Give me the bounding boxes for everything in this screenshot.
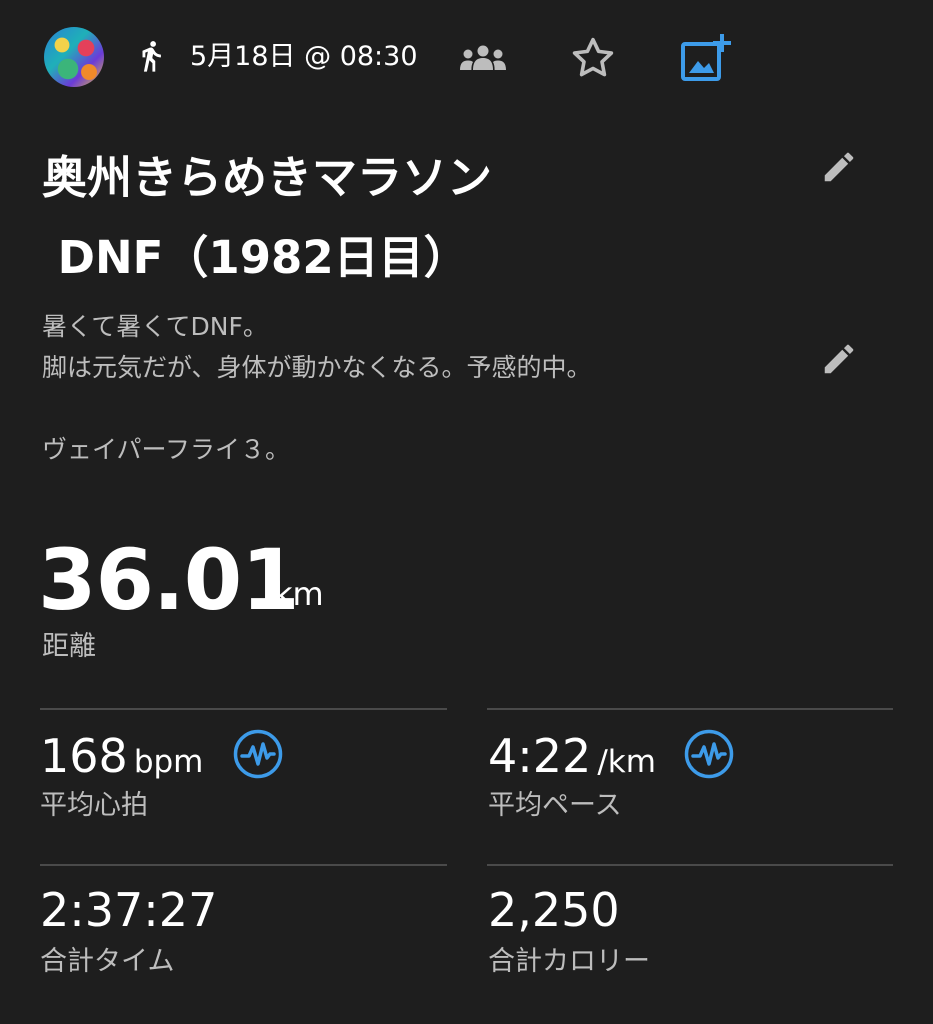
heart-rate-chart-icon[interactable] [232,728,284,780]
stat-divider [487,864,893,866]
star-icon[interactable] [568,34,618,82]
activity-description[interactable]: 暑くて暑くてDNF。 脚は元気だが、身体が動かなくなる。予感的中。 ヴェイパーフ… [42,306,802,470]
activity-title-line-1: 奥州きらめきマラソン [42,151,493,204]
avg-pace-unit: /km [597,744,656,780]
avg-pace-value: 4:22 [488,729,592,783]
activity-title-line-2: DNF（1982日目） [42,231,469,284]
total-time-value: 2:37:27 [40,883,218,937]
description-line: 暑くて暑くてDNF。 [42,312,268,341]
stat-divider [40,864,447,866]
avg-pace-label: 平均ペース [488,790,622,821]
distance-unit: km [274,575,324,613]
stat-divider [40,708,447,710]
activity-title[interactable]: 奥州きらめきマラソン DNF（1982日目） [42,138,782,298]
distance-value: 36.01 [38,531,300,629]
avg-heart-rate-value: 168 [40,729,128,783]
total-calories-value: 2,250 [488,883,620,937]
edit-description-icon[interactable] [820,340,858,378]
activity-date-time: 5月18日 @ 08:30 [190,41,418,72]
total-time-label: 合計タイム [40,946,175,977]
edit-title-icon[interactable] [820,148,858,186]
stat-divider [487,708,893,710]
avg-pace-value-group: 4:22/km [488,726,656,786]
run-icon [142,41,161,72]
total-calories-label: 合計カロリー [488,946,650,977]
avatar[interactable] [44,27,104,87]
group-icon[interactable] [458,44,508,72]
avg-heart-rate-label: 平均心拍 [40,790,148,821]
avg-heart-rate-unit: bpm [133,744,204,780]
description-line [42,388,802,429]
add-photo-icon[interactable] [680,32,732,82]
avg-heart-rate-value-group: 168 bpm [40,726,203,786]
distance-label: 距離 [42,631,96,662]
description-line: ヴェイパーフライ３。 [42,435,291,464]
description-line: 脚は元気だが、身体が動かなくなる。予感的中。 [42,353,592,382]
pace-chart-icon[interactable] [683,728,735,780]
